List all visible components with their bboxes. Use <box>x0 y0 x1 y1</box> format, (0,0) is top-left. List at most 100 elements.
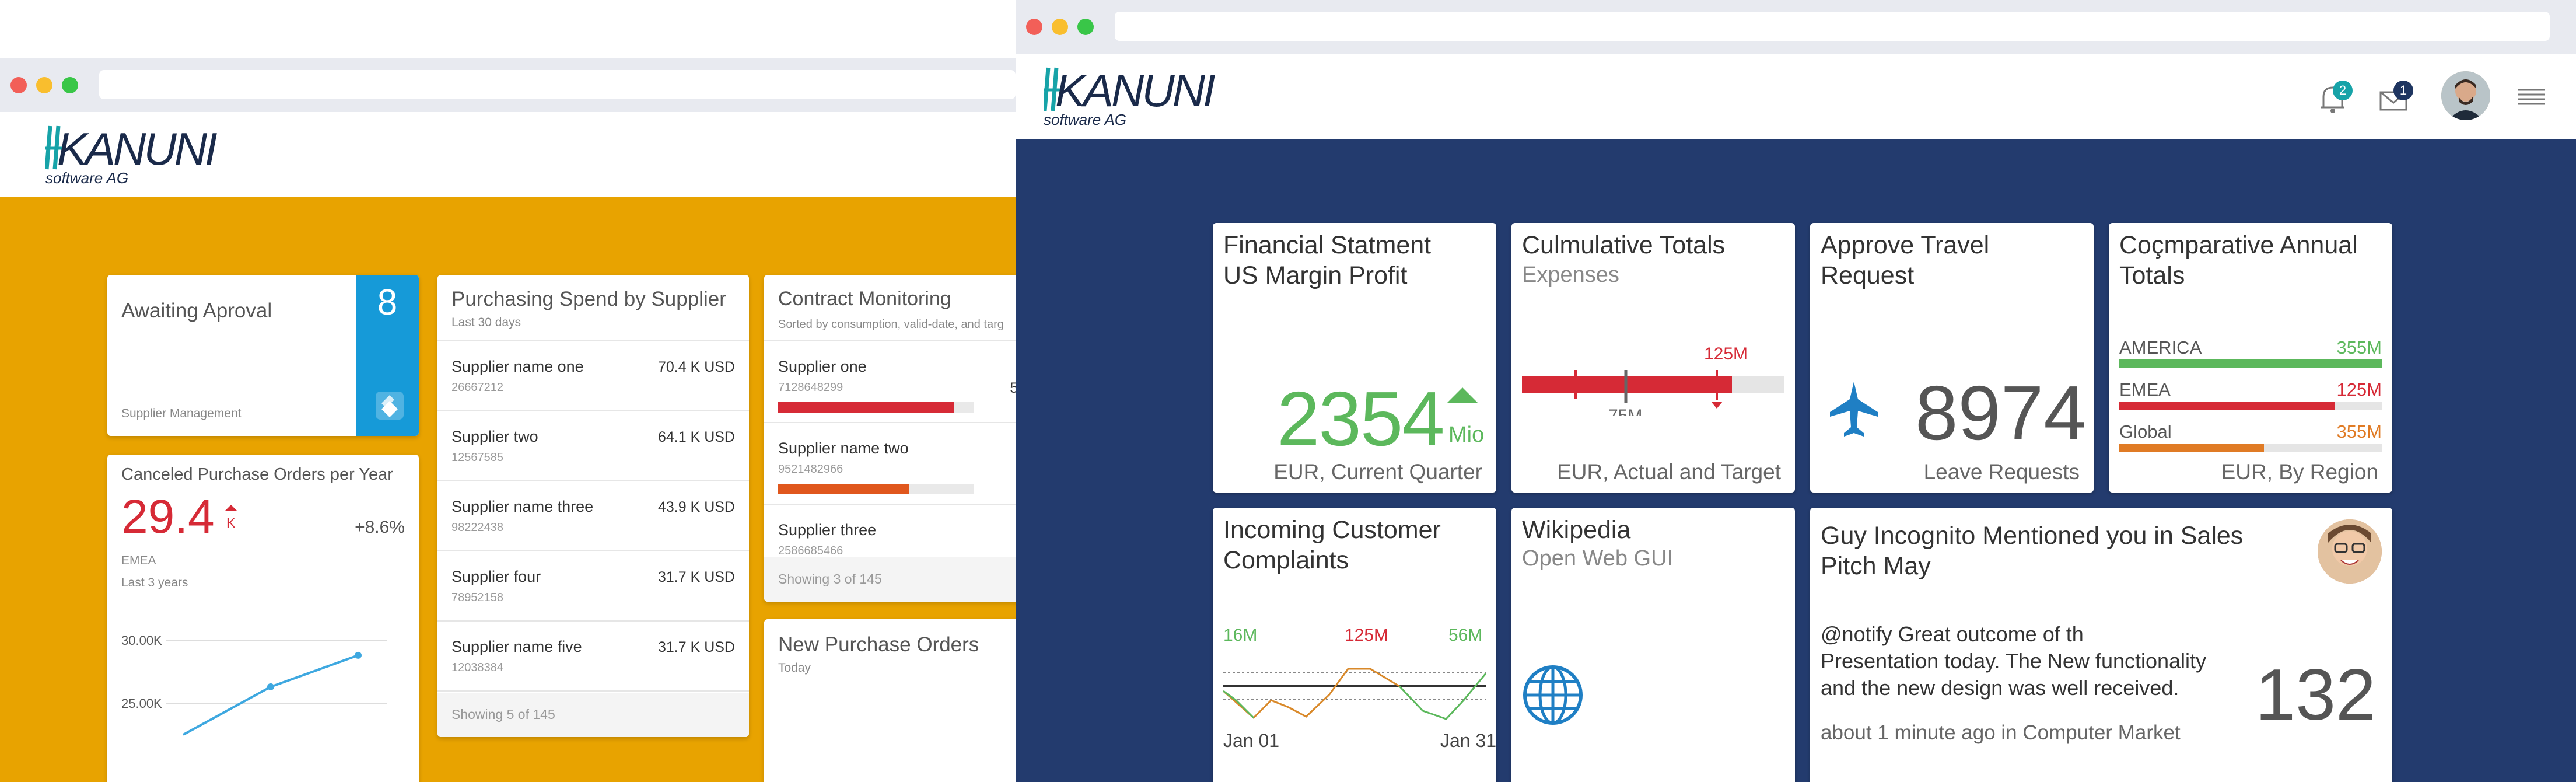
address-bar[interactable] <box>1115 12 2550 41</box>
comparative-totals-tile[interactable]: Coçmparative Annual Totals AMERICA 355M EME… <box>2109 223 2392 493</box>
left-app-header: KANUNI software AG <box>0 112 1016 197</box>
contract-row[interactable]: Supplier one 7128648299 50.2 <box>764 341 1016 423</box>
region-row: Global 355M <box>2119 421 2382 462</box>
brand-sub: software AG <box>1044 111 1127 128</box>
messages-button[interactable]: 1 <box>2377 81 2413 116</box>
awaiting-title: Awaiting Aproval <box>121 299 272 322</box>
wikipedia-title: Wikipedia <box>1522 516 1631 544</box>
close-window-button[interactable] <box>1026 19 1042 35</box>
supplier-row[interactable]: Supplier name five 12038384 31.7 K USD <box>438 622 749 692</box>
x-start-label: Jan 01 <box>1223 730 1279 751</box>
region-bar <box>2119 359 2382 368</box>
cumulative-totals-tile[interactable]: Culmulative Totals Expenses 125M 75M EUR… <box>1511 223 1795 493</box>
region-name: AMERICA <box>2119 337 2202 358</box>
supplier-spend: 31.7 K USD <box>657 639 735 655</box>
data-point <box>267 683 274 690</box>
x-end-label: Jan 31 <box>1440 730 1496 751</box>
financial-statement-tile[interactable]: Financial Statment US Margin Profit 2354 … <box>1213 223 1496 493</box>
spend-subtitle: Last 30 days <box>452 316 522 329</box>
supplier-number: 78952158 <box>452 591 503 604</box>
user-avatar[interactable] <box>2441 71 2490 120</box>
complaints-title-1: Incoming Customer <box>1223 516 1441 544</box>
wikipedia-tile[interactable]: Wikipedia Open Web GUI <box>1511 508 1795 782</box>
cumulative-title: Culmulative Totals <box>1522 231 1726 259</box>
actual-label: 75M <box>1608 406 1642 416</box>
canceled-delta: +8.6% <box>355 518 405 537</box>
hamburger-menu-button[interactable] <box>2517 86 2546 107</box>
contract-monitoring-card[interactable]: Contract Monitoring Sorted by consumptio… <box>764 275 1016 602</box>
brand-logo[interactable]: KANUNI software AG <box>1044 64 1230 128</box>
region-bar <box>2119 444 2382 452</box>
canceled-orders-card[interactable]: Canceled Purchase Orders per Year 29.4 K… <box>107 455 419 782</box>
travel-value: 8974 <box>1915 370 2087 456</box>
contract-footer[interactable]: Showing 3 of 145 <box>764 557 1016 602</box>
target-label: 125M <box>1704 344 1748 364</box>
airplane-icon <box>1830 382 1878 437</box>
minimize-window-button[interactable] <box>36 77 52 93</box>
spark-label-end: 56M <box>1448 626 1482 645</box>
maximize-window-button[interactable] <box>62 77 78 93</box>
mention-tile[interactable]: Guy Incognito Mentioned you in Sales Pitc… <box>1810 508 2392 782</box>
supplier-row[interactable]: Supplier four 78952158 31.7 K USD <box>438 551 749 622</box>
notification-badge: 2 <box>2333 81 2353 100</box>
consumption-bar <box>778 402 974 413</box>
contract-supplier-name: Supplier one <box>778 358 867 375</box>
supplier-name: Supplier name five <box>452 638 582 655</box>
left-browser-window: KANUNI software AG Awaiting Aproval Supp… <box>0 58 1016 782</box>
supplier-row[interactable]: Supplier name three 98222438 43.9 K USD <box>438 481 749 551</box>
spend-footer-text: Showing 5 of 145 <box>452 707 555 722</box>
region-name: EMEA <box>2119 379 2171 400</box>
financial-title-2: US Margin Profit <box>1223 261 1408 289</box>
awaiting-count: 8 <box>377 282 398 323</box>
contract-footer-text: Showing 3 of 145 <box>778 571 882 586</box>
globe-icon <box>1523 665 1583 725</box>
address-bar[interactable] <box>99 70 1016 99</box>
mention-count: 132 <box>2255 655 2376 735</box>
region-bar-fill <box>2119 359 2382 368</box>
region-name: Global <box>2119 421 2172 442</box>
region-bar <box>2119 402 2382 410</box>
region-row: EMEA 125M <box>2119 379 2382 420</box>
contract-row[interactable]: Supplier name two952148296631. <box>764 423 1016 505</box>
customer-complaints-tile[interactable]: Incoming Customer Complaints 16M 125M 56M… <box>1213 508 1496 782</box>
financial-footer: EUR, Current Quarter <box>1273 460 1482 484</box>
contract-title: Contract Monitoring <box>778 288 951 310</box>
brand-logo[interactable]: KANUNI software AG <box>46 123 232 187</box>
mention-title-1: Guy Incognito Mentioned you in Sales <box>1821 522 2244 550</box>
right-dashboard-body: Financial Statment US Margin Profit 2354 … <box>1016 139 2576 782</box>
series-line <box>183 654 359 736</box>
region-value: 355M <box>2336 337 2382 358</box>
spend-title: Purchasing Spend by Supplier <box>452 288 726 310</box>
wikipedia-subtitle: Open Web GUI <box>1522 546 1674 571</box>
mention-avatar[interactable] <box>2318 519 2382 584</box>
minimize-window-button[interactable] <box>1052 19 1068 35</box>
supplier-spend: 43.9 K USD <box>657 499 735 515</box>
supplier-row[interactable]: Supplier two 12567585 64.1 K USD <box>438 411 749 481</box>
new-purchase-orders-card[interactable]: New Purchase Orders Today <box>764 619 1016 782</box>
supplier-number: 12567585 <box>452 451 503 464</box>
purchasing-spend-card[interactable]: Purchasing Spend by Supplier Last 30 day… <box>438 275 749 737</box>
data-point <box>355 651 362 659</box>
contract-supplier-name: Supplier name two <box>778 439 909 457</box>
supplier-name: Supplier name one <box>452 358 584 375</box>
mention-meta: about 1 minute ago in Computer Market <box>1821 721 2180 744</box>
notifications-button[interactable]: 2 <box>2315 81 2353 116</box>
awaiting-approval-card[interactable]: Awaiting Aproval Supplier Management 8 <box>107 275 419 436</box>
maximize-window-button[interactable] <box>1077 19 1094 35</box>
spend-footer[interactable]: Showing 5 of 145 <box>438 693 749 737</box>
left-title-bar <box>0 58 1016 112</box>
awaiting-count-panel: 8 <box>356 275 419 436</box>
right-browser-window: KANUNI software AG 2 1 Financial Statmen… <box>1016 0 2576 782</box>
approve-travel-tile[interactable]: Approve Travel Request 8974 Leave Request… <box>1810 223 2094 493</box>
supplier-spend: 70.4 K USD <box>657 359 735 375</box>
person-photo-icon <box>2318 519 2382 584</box>
brand-name: KANUNI <box>57 123 218 174</box>
supplier-row[interactable]: Supplier name one 26667212 70.4 K USD <box>438 341 749 411</box>
mention-line: @notify Great outcome of th <box>1821 622 2084 646</box>
close-window-button[interactable] <box>10 77 27 93</box>
contract-supplier-name: Supplier three <box>778 521 877 539</box>
comparative-title-1: Coçmparative Annual <box>2119 231 2358 259</box>
cumulative-footer: EUR, Actual and Target <box>1557 460 1781 484</box>
travel-title-2: Request <box>1821 261 1915 289</box>
consumption-fill <box>778 484 909 494</box>
